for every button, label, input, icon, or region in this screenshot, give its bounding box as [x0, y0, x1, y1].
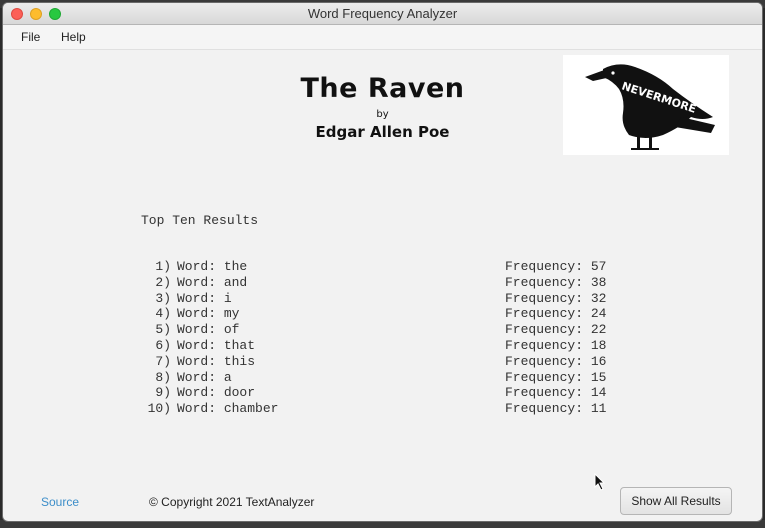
result-word: Word: i — [177, 291, 232, 307]
result-frequency: Frequency: 11 — [505, 401, 606, 417]
word-prefix-label: Word: — [177, 306, 217, 322]
results-list: 1) Word: the Frequency: 57 2) Word: and Frequ… — [141, 259, 631, 417]
word-value: a — [223, 369, 232, 385]
result-word: Word: of — [177, 322, 239, 338]
result-word: Word: and — [177, 275, 247, 291]
result-row: 7) Word: this Frequency: 16 — [141, 354, 631, 370]
frequency-prefix-label: Frequency: — [505, 353, 584, 369]
result-word: Word: my — [177, 306, 239, 322]
result-frequency: Frequency: 24 — [505, 306, 606, 322]
result-word: Word: the — [177, 259, 247, 275]
frequency-value: 16 — [590, 353, 607, 369]
word-value: that — [223, 337, 256, 353]
result-word: Word: door — [177, 385, 255, 401]
frequency-value: 38 — [590, 274, 607, 290]
result-rank: 9) — [155, 385, 171, 401]
word-value: and — [223, 274, 248, 290]
result-word: Word: a — [177, 370, 232, 386]
word-value: i — [223, 290, 232, 306]
result-rank: 3) — [155, 290, 171, 306]
menu-file[interactable]: File — [21, 30, 40, 44]
frequency-value: 57 — [590, 259, 607, 274]
word-prefix-label: Word: — [177, 385, 217, 401]
frequency-prefix-label: Frequency: — [505, 337, 584, 353]
word-value: my — [223, 306, 240, 322]
frequency-value: 32 — [590, 290, 607, 306]
word-prefix-label: Word: — [177, 337, 217, 353]
result-row: 8) Word: a Frequency: 15 — [141, 370, 631, 386]
frequency-prefix-label: Frequency: — [505, 306, 584, 322]
result-frequency: Frequency: 18 — [505, 338, 606, 354]
word-prefix-label: Word: — [177, 290, 217, 306]
result-row: 3) Word: i Frequency: 32 — [141, 291, 631, 307]
frequency-value: 11 — [590, 401, 607, 417]
result-frequency: Frequency: 32 — [505, 291, 606, 307]
result-word: Word: chamber — [177, 401, 278, 417]
result-word: Word: this — [177, 354, 255, 370]
frequency-value: 22 — [590, 322, 607, 338]
source-link[interactable]: Source — [41, 495, 79, 509]
app-window: Word Frequency Analyzer File Help The Ra… — [3, 3, 762, 521]
frequency-value: 24 — [590, 306, 607, 322]
word-prefix-label: Word: — [177, 322, 217, 338]
result-frequency: Frequency: 22 — [505, 322, 606, 338]
result-rank: 1) — [155, 259, 171, 274]
result-row: 5) Word: of Frequency: 22 — [141, 322, 631, 338]
result-frequency: Frequency: 38 — [505, 275, 606, 291]
result-frequency: Frequency: 14 — [505, 385, 606, 401]
frequency-value: 14 — [590, 385, 607, 401]
result-row: 1) Word: the Frequency: 57 — [141, 259, 631, 275]
word-value: door — [223, 385, 256, 401]
result-rank: 8) — [155, 369, 171, 385]
window-title: Word Frequency Analyzer — [307, 6, 458, 21]
word-prefix-label: Word: — [177, 369, 217, 385]
result-frequency: Frequency: 57 — [505, 259, 606, 275]
result-rank: 6) — [155, 337, 171, 353]
frequency-prefix-label: Frequency: — [505, 290, 584, 306]
menu-help[interactable]: Help — [61, 30, 86, 44]
result-word: Word: that — [177, 338, 255, 354]
word-prefix-label: Word: — [177, 274, 217, 290]
background-desktop-bottom — [0, 520, 765, 528]
word-prefix-label: Word: — [177, 353, 217, 369]
frequency-prefix-label: Frequency: — [505, 322, 584, 338]
result-rank: 5) — [155, 322, 171, 338]
menu-bar: File Help — [3, 25, 762, 50]
word-value: this — [223, 353, 256, 369]
result-rank: 7) — [155, 353, 171, 369]
word-prefix-label: Word: — [177, 401, 217, 417]
copyright-text: © Copyright 2021 TextAnalyzer — [149, 495, 315, 509]
result-rank: 2) — [155, 274, 171, 290]
result-row: 4) Word: my Frequency: 24 — [141, 306, 631, 322]
result-row: 6) Word: that Frequency: 18 — [141, 338, 631, 354]
result-frequency: Frequency: 16 — [505, 354, 606, 370]
results-heading: Top Ten Results — [141, 213, 259, 228]
word-value: of — [223, 322, 240, 338]
result-row: 10) Word: chamber Frequency: 11 — [141, 401, 631, 417]
word-value: the — [223, 259, 248, 274]
title-bar[interactable]: Word Frequency Analyzer — [3, 3, 762, 25]
raven-logo-image: NEVERMORE — [563, 55, 729, 155]
result-frequency: Frequency: 15 — [505, 370, 606, 386]
frequency-prefix-label: Frequency: — [505, 274, 584, 290]
frequency-prefix-label: Frequency: — [505, 401, 584, 417]
result-row: 9) Word: door Frequency: 14 — [141, 385, 631, 401]
frequency-prefix-label: Frequency: — [505, 369, 584, 385]
mouse-cursor-icon — [594, 473, 606, 491]
frequency-value: 15 — [590, 369, 607, 385]
show-all-results-button[interactable]: Show All Results — [620, 487, 732, 515]
result-rank: 4) — [155, 306, 171, 322]
frequency-prefix-label: Frequency: — [505, 259, 584, 274]
result-row: 2) Word: and Frequency: 38 — [141, 275, 631, 291]
frequency-prefix-label: Frequency: — [505, 385, 584, 401]
result-rank: 10) — [147, 401, 171, 417]
frequency-value: 18 — [590, 337, 607, 353]
word-prefix-label: Word: — [177, 259, 217, 274]
word-value: chamber — [223, 401, 279, 417]
